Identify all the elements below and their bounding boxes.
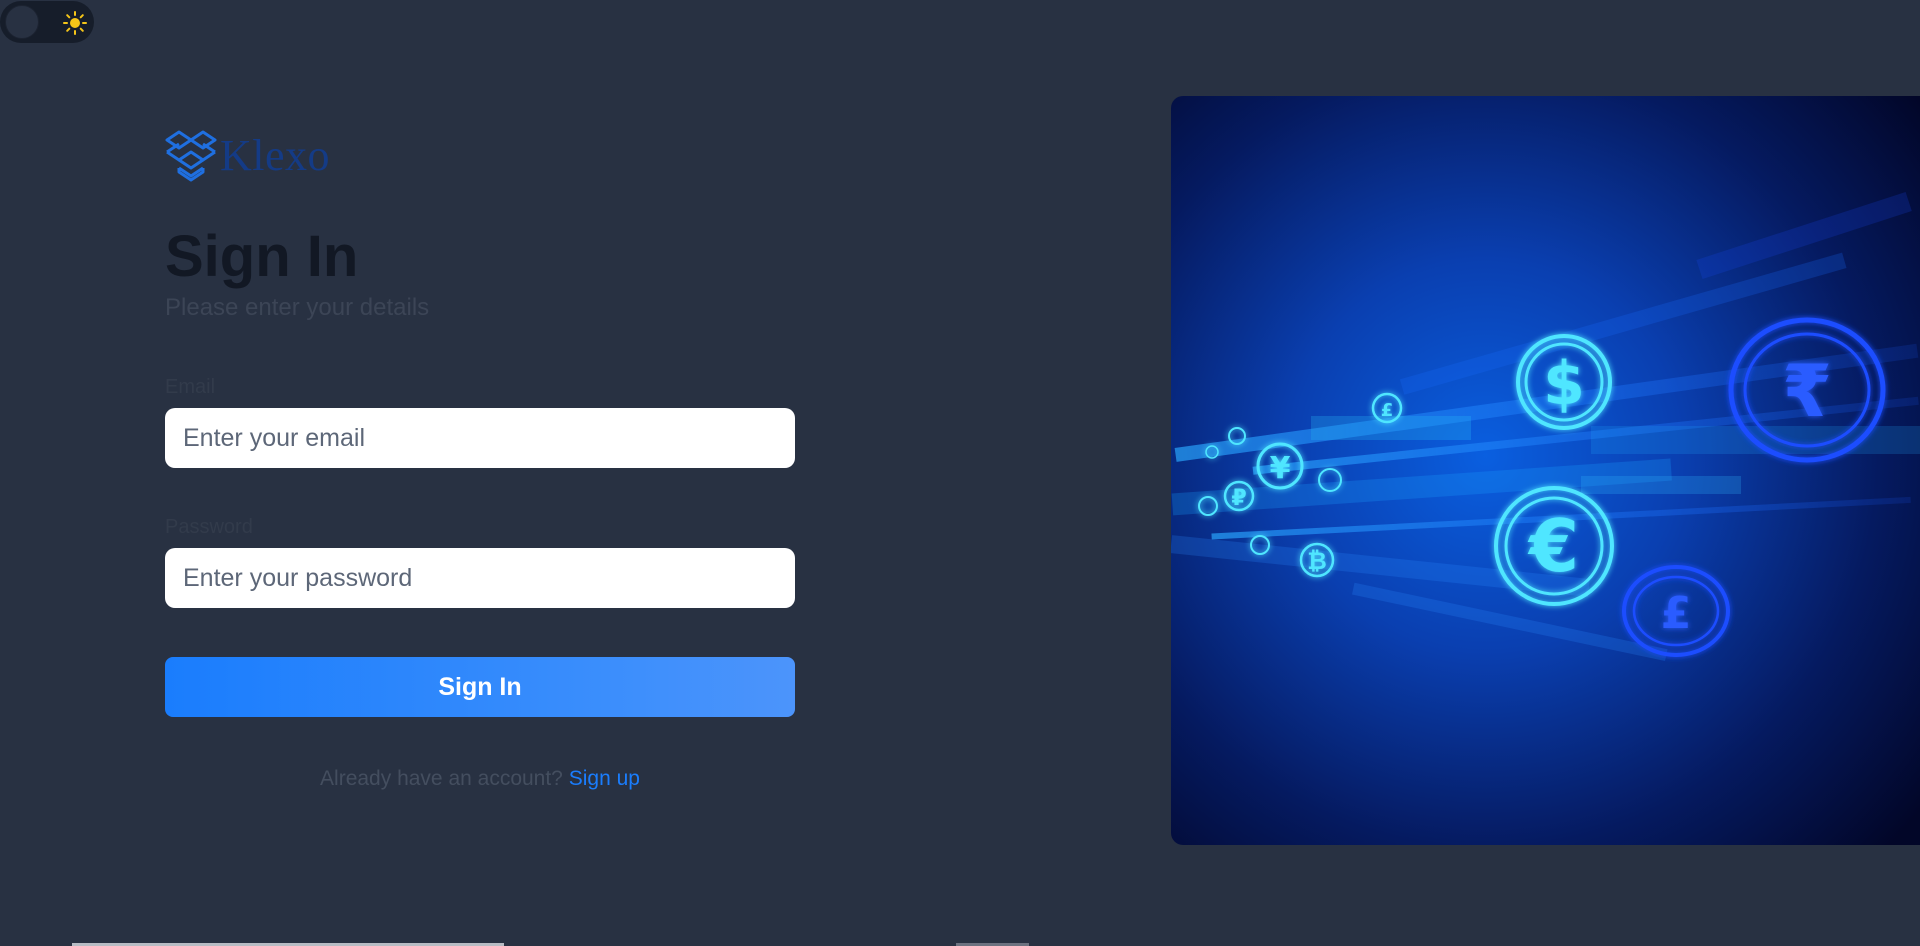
signup-prompt-row: Already have an account? Sign up xyxy=(165,767,795,791)
hero-image: € $ ¥ ₽ ₿ £ ₹ £ xyxy=(1171,96,1920,845)
hero-yen-symbol: ¥ xyxy=(1270,451,1291,486)
sign-in-button[interactable]: Sign In xyxy=(165,657,795,717)
page-subtitle: Please enter your details xyxy=(165,294,430,321)
sun-icon xyxy=(63,11,87,35)
email-field[interactable] xyxy=(165,408,795,468)
email-label: Email xyxy=(165,376,216,398)
sign-up-link[interactable]: Sign up xyxy=(569,767,640,790)
theme-toggle[interactable] xyxy=(0,1,94,43)
hero-euro-symbol: € xyxy=(1527,504,1579,588)
brand-logo[interactable]: Klexo xyxy=(165,128,795,184)
brand-name: Klexo xyxy=(220,131,331,180)
logo-mark-icon xyxy=(165,130,217,182)
sign-in-form-column: Klexo Sign In Please enter your details … xyxy=(165,128,795,791)
hero-bitcoin-symbol: ₿ xyxy=(1307,547,1327,575)
signup-prompt-text: Already have an account? xyxy=(320,767,563,790)
page-title: Sign In xyxy=(165,224,359,289)
password-label: Password xyxy=(165,516,253,538)
hero-pound-symbol: £ xyxy=(1661,588,1692,639)
password-field[interactable] xyxy=(165,548,795,608)
toggle-knob xyxy=(5,5,39,39)
hero-small-pound-symbol: £ xyxy=(1381,400,1394,421)
hero-dollar-symbol: $ xyxy=(1543,349,1585,419)
hero-ruble-symbol: ₽ xyxy=(1231,486,1246,511)
sign-in-page: Klexo Sign In Please enter your details … xyxy=(0,0,1920,946)
hero-rupee-symbol: ₹ xyxy=(1782,349,1832,433)
